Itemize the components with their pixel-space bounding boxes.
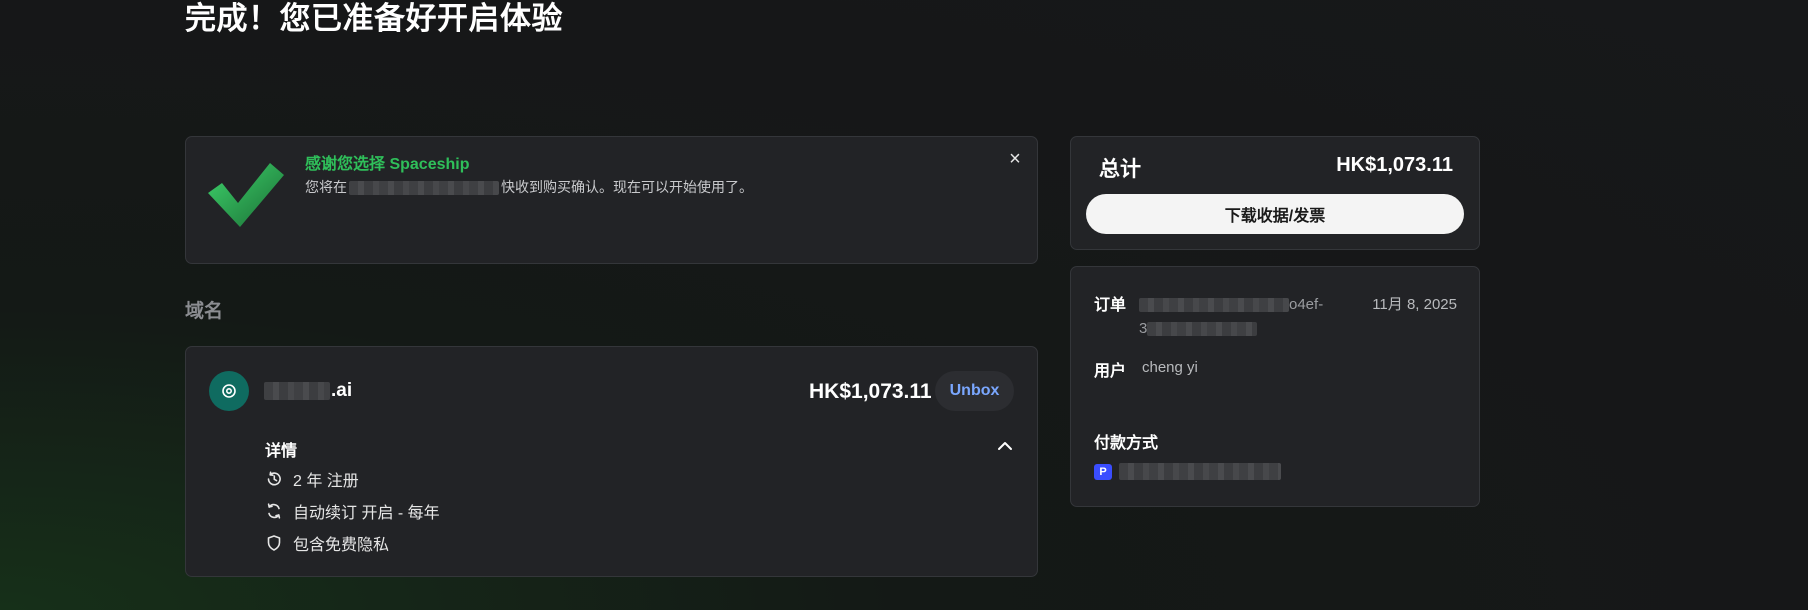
order-id-visible-2: 3 bbox=[1139, 320, 1148, 337]
order-date: 11月 8, 2025 bbox=[1372, 296, 1457, 313]
redacted-email bbox=[349, 181, 499, 196]
thanks-text-before: 您将在 bbox=[305, 179, 347, 195]
detail-auto-renew: 自动续订 开启 - 每年 bbox=[265, 499, 440, 523]
renew-icon bbox=[267, 503, 281, 519]
redacted-domain bbox=[264, 382, 330, 400]
redacted-order-id-part1 bbox=[1139, 298, 1289, 313]
thanks-title: 感谢您选择 Spaceship bbox=[305, 156, 470, 173]
history-icon bbox=[267, 471, 281, 486]
thanks-message: 您将在 快收到购买确认。现在可以开始使用了。 bbox=[305, 177, 753, 197]
detail-privacy-text: 包含免费隐私 bbox=[293, 537, 390, 554]
redacted-order-id-part2 bbox=[1147, 322, 1258, 337]
order-card: 订单 o4ef- 3 11月 8, 2025 用户 cheng yi 付款方式 … bbox=[1070, 266, 1480, 507]
chevron-up-icon[interactable] bbox=[994, 435, 1016, 457]
payment-method: P bbox=[1094, 463, 1281, 480]
detail-auto-renew-text: 自动续订 开启 - 每年 bbox=[293, 505, 440, 522]
total-label: 总计 bbox=[1099, 158, 1141, 181]
domains-section-label: 域名 bbox=[185, 301, 224, 322]
domain-price: HK$1,073.11 bbox=[809, 380, 932, 403]
domain-name: .ai bbox=[264, 380, 352, 402]
total-value: HK$1,073.11 bbox=[1336, 154, 1453, 176]
thanks-card: 感谢您选择 Spaceship 您将在 快收到购买确认。现在可以开始使用了。 × bbox=[185, 136, 1038, 264]
close-button[interactable]: × bbox=[1005, 149, 1025, 169]
payment-card-icon: P bbox=[1094, 463, 1112, 480]
shield-icon bbox=[267, 535, 281, 551]
redacted-payment-details bbox=[1119, 463, 1281, 480]
thanks-text-after: 快收到购买确认。现在可以开始使用了。 bbox=[501, 179, 753, 195]
total-card: 总计 HK$1,073.11 下载收据/发票 bbox=[1070, 136, 1480, 250]
download-receipt-button[interactable]: 下载收据/发票 bbox=[1086, 194, 1464, 234]
user-label: 用户 bbox=[1094, 363, 1127, 380]
payment-method-label: 付款方式 bbox=[1094, 435, 1159, 452]
detail-registration-text: 2 年 注册 bbox=[293, 473, 359, 490]
order-id: o4ef- 3 bbox=[1139, 293, 1339, 341]
page: 完成！您已准备好开启体验 感谢您选择 Spaceship 您将在 快收到购买确认。… bbox=[0, 0, 1808, 610]
order-id-visible-1: o4ef- bbox=[1289, 296, 1324, 313]
success-check-icon bbox=[208, 163, 284, 227]
details-label: 详情 bbox=[265, 443, 298, 460]
detail-registration: 2 年 注册 bbox=[265, 467, 359, 491]
order-label: 订单 bbox=[1094, 297, 1127, 314]
page-title: 完成！您已准备好开启体验 bbox=[185, 1, 563, 36]
user-name: cheng yi bbox=[1142, 359, 1198, 376]
domain-card: .ai HK$1,073.11 Unbox 详情 2 年 注册 自动续订 开启 … bbox=[185, 346, 1038, 577]
target-icon bbox=[222, 384, 236, 398]
detail-privacy: 包含免费隐私 bbox=[265, 531, 389, 555]
domain-suffix: .ai bbox=[331, 380, 353, 401]
unbox-button[interactable]: Unbox bbox=[935, 371, 1014, 411]
domain-icon bbox=[209, 371, 249, 411]
